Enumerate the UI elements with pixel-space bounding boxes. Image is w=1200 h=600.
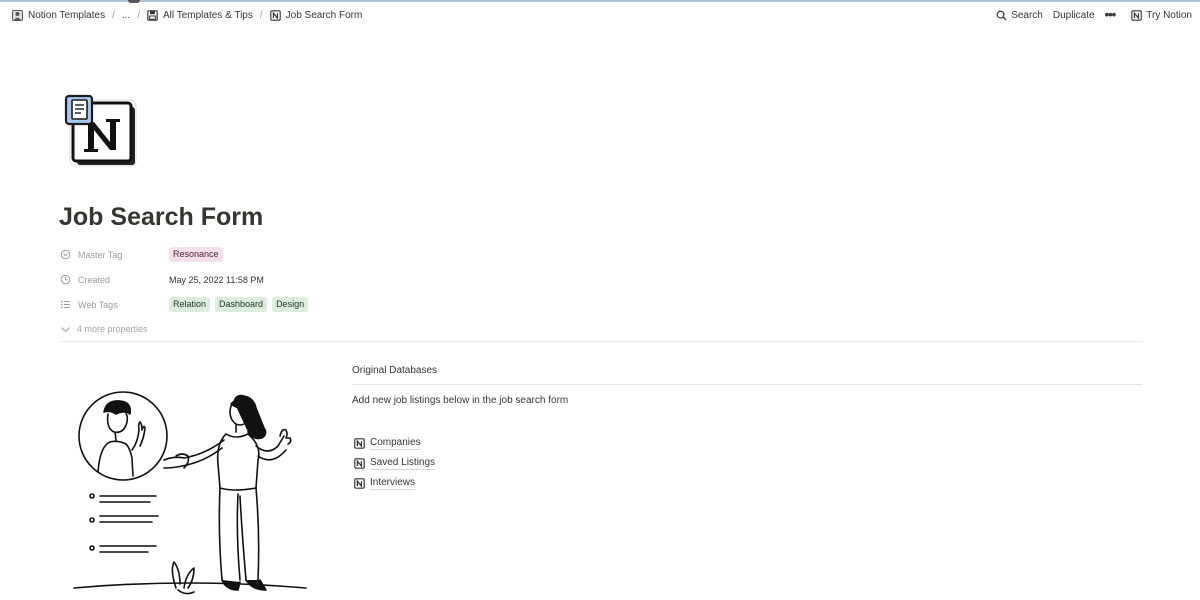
property-master-tag: Master Tag Resonance (60, 242, 1142, 267)
list-icon (60, 300, 70, 309)
databases-heading: Original Databases (352, 365, 438, 376)
save-disk-icon (147, 9, 158, 21)
breadcrumb-separator: / (112, 9, 115, 21)
property-label: Created (78, 274, 111, 285)
more-options-button[interactable]: ••• (1104, 7, 1117, 22)
database-links: Companies Saved Listings Interviews (354, 433, 436, 493)
link-label: Companies (370, 436, 421, 450)
breadcrumb-current[interactable]: Job Search Form (267, 8, 366, 23)
property-label: Master Tag (78, 249, 123, 260)
link-saved-listings[interactable]: Saved Listings (354, 453, 436, 473)
topbar: Notion Templates / ... / All Templates &… (0, 4, 1200, 26)
notion-logo-icon (354, 457, 365, 469)
divider (60, 341, 1142, 342)
search-button[interactable]: Search (996, 10, 1043, 21)
breadcrumb-ellipsis-label: ... (121, 9, 131, 21)
select-circle-icon (60, 249, 71, 260)
search-icon (996, 10, 1007, 20)
link-label: Saved Listings (370, 456, 436, 470)
divider (352, 384, 1142, 385)
property-value[interactable]: Relation Dashboard Design (169, 297, 309, 312)
topbar-actions: Search Duplicate ••• Try Notion (996, 7, 1192, 22)
page-title[interactable]: Job Search Form (59, 203, 263, 232)
chevron-down-icon (61, 326, 70, 332)
handshake-illustration (73, 391, 307, 595)
workspace-avatar-icon (12, 9, 23, 21)
property-created: Created May 25, 2022 11:58 PM (60, 267, 1142, 292)
breadcrumb-ellipsis[interactable]: ... (119, 8, 133, 23)
try-notion-label: Try Notion (1146, 9, 1192, 21)
duplicate-label: Duplicate (1052, 9, 1095, 21)
duplicate-button[interactable]: Duplicate (1053, 10, 1095, 21)
notion-logo-icon (354, 477, 365, 489)
notion-logo-icon (1131, 9, 1142, 21)
breadcrumb-separator: / (259, 9, 263, 21)
window-top-border (0, 0, 1200, 2)
breadcrumb-workspace-label: Notion Templates (28, 9, 106, 21)
created-date: May 25, 2022 11:58 PM (169, 274, 264, 285)
more-properties-toggle[interactable]: 4 more properties (60, 318, 1142, 340)
breadcrumb: Notion Templates / ... / All Templates &… (9, 8, 365, 23)
tag-chip: Design (272, 297, 309, 312)
breadcrumb-parent-label: All Templates & Tips (163, 9, 253, 21)
property-key[interactable]: Created (60, 274, 169, 285)
link-companies[interactable]: Companies (354, 433, 435, 453)
tag-chip: Dashboard (215, 297, 268, 312)
breadcrumb-parent[interactable]: All Templates & Tips (144, 8, 256, 23)
property-label: Web Tags (78, 299, 118, 310)
notion-logo-icon (269, 9, 281, 21)
property-web-tags: Web Tags Relation Dashboard Design (60, 292, 1142, 317)
property-value[interactable]: May 25, 2022 11:58 PM (169, 275, 264, 285)
tag-chip: Relation (169, 297, 211, 312)
browser-tab-indicator (128, 0, 140, 3)
try-notion-button[interactable]: Try Notion (1131, 10, 1192, 21)
databases-description: Add new job listings below in the job se… (352, 395, 569, 406)
link-label: Interviews (370, 476, 416, 490)
breadcrumb-separator: / (137, 9, 140, 21)
breadcrumb-current-label: Job Search Form (285, 9, 363, 21)
property-key[interactable]: Master Tag (60, 249, 169, 260)
link-interviews[interactable]: Interviews (354, 473, 435, 493)
more-options-icon: ••• (1104, 7, 1117, 22)
tag-chip: Resonance (169, 247, 223, 262)
clock-icon (60, 274, 71, 285)
properties-panel: Master Tag Resonance Created May 25, 202… (60, 242, 1142, 340)
property-value[interactable]: Resonance (169, 247, 223, 262)
more-properties-label: 4 more properties (77, 324, 148, 334)
breadcrumb-workspace[interactable]: Notion Templates (9, 8, 108, 23)
notion-logo-icon (354, 437, 365, 449)
search-label: Search (1011, 9, 1043, 21)
notion-logo-with-document-icon[interactable] (64, 94, 140, 170)
property-key[interactable]: Web Tags (60, 299, 169, 310)
